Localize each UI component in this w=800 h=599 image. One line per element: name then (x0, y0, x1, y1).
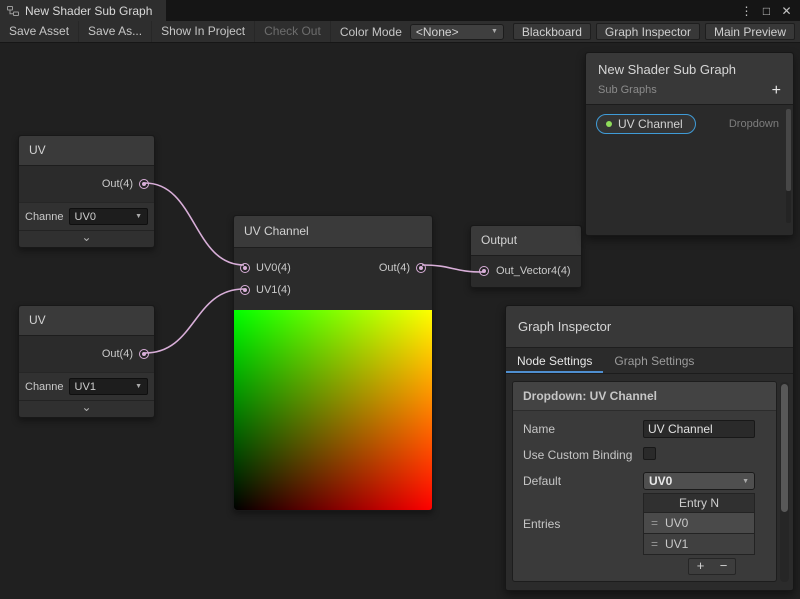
input-port-uv1[interactable] (240, 285, 250, 295)
color-mode-dropdown[interactable]: <None> ▼ (410, 24, 504, 40)
color-mode-value: <None> (416, 25, 459, 39)
graph-inspector-toggle-button[interactable]: Graph Inspector (596, 23, 700, 40)
chevron-down-icon: ▼ (135, 213, 142, 220)
node-uv-1[interactable]: UV Out(4) Channe UV0 ▼ ⌄ (18, 135, 155, 248)
entries-label: Entries (523, 516, 643, 532)
blackboard-panel[interactable]: New Shader Sub Graph Sub Graphs + UV Cha… (585, 52, 794, 236)
menu-icon[interactable]: ⋮ (738, 4, 755, 18)
default-dropdown[interactable]: UV0 ▼ (643, 472, 755, 490)
inspector-body: Dropdown: UV Channel Name Use Custom Bin… (506, 375, 793, 590)
scrollbar-thumb[interactable] (786, 109, 791, 191)
channel-label: Channe (25, 381, 64, 393)
blackboard-body: UV Channel Dropdown (586, 105, 793, 229)
tab-bar: New Shader Sub Graph ⋮ □ ✕ (0, 0, 800, 21)
section-title: Dropdown: UV Channel (513, 382, 776, 411)
maximize-icon[interactable]: □ (758, 4, 775, 18)
drag-handle-icon[interactable]: = (651, 516, 658, 530)
entries-list: Entry N = UV0 = UV1 (643, 493, 755, 555)
color-mode-label: Color Mode (336, 25, 410, 39)
entry-value: UV1 (665, 537, 688, 551)
graph-inspector-panel[interactable]: Graph Inspector Node Settings Graph Sett… (505, 305, 794, 591)
use-custom-binding-checkbox[interactable] (643, 447, 656, 460)
channel-value: UV1 (75, 381, 96, 393)
output-port[interactable] (139, 179, 149, 189)
entry-value: UV0 (665, 516, 688, 530)
collapse-chevron-icon[interactable]: ⌄ (19, 230, 154, 247)
entries-footer: + − (513, 555, 776, 575)
uv-preview-image (234, 310, 432, 510)
graph-toolbar: Save Asset Save As... Show In Project Ch… (0, 21, 800, 43)
show-in-project-button[interactable]: Show In Project (152, 21, 255, 42)
scrollbar-thumb[interactable] (781, 384, 788, 512)
check-out-button[interactable]: Check Out (255, 21, 331, 42)
channel-value: UV0 (75, 211, 96, 223)
port-label-uv0: UV0(4) (256, 262, 291, 274)
blackboard-scrollbar[interactable] (786, 109, 791, 223)
channel-label: Channe (25, 211, 64, 223)
blackboard-title: New Shader Sub Graph (598, 62, 781, 77)
shader-graph-icon (7, 5, 19, 17)
output-port[interactable] (416, 263, 426, 273)
name-label: Name (523, 421, 643, 437)
tab-node-settings[interactable]: Node Settings (506, 348, 603, 373)
main-preview-toggle-button[interactable]: Main Preview (705, 23, 795, 40)
use-custom-binding-label: Use Custom Binding (523, 447, 643, 463)
tab-title: New Shader Sub Graph (25, 4, 152, 18)
entries-header: Entry N (643, 493, 755, 513)
port-label-out: Out(4) (102, 348, 133, 360)
inspector-tabs: Node Settings Graph Settings (506, 348, 793, 374)
blackboard-subtitle: Sub Graphs (598, 84, 781, 96)
port-label-uv1: UV1(4) (256, 284, 291, 296)
entry-row-uv0[interactable]: = UV0 (643, 513, 755, 534)
node-uv-channel[interactable]: UV Channel UV0(4) UV1(4) Out(4) (233, 215, 433, 511)
input-port-out-vector4[interactable] (479, 266, 489, 276)
channel-dropdown[interactable]: UV1 ▼ (69, 378, 148, 395)
default-label: Default (523, 473, 643, 489)
input-port-uv0[interactable] (240, 263, 250, 273)
chevron-down-icon: ▼ (135, 383, 142, 390)
chevron-down-icon: ▼ (491, 28, 498, 35)
port-label-out-vector4: Out_Vector4(4) (496, 265, 571, 277)
save-asset-button[interactable]: Save Asset (0, 21, 79, 42)
port-label-out: Out(4) (379, 262, 410, 274)
blackboard-item-type: Dropdown (729, 118, 779, 130)
inspector-scrollbar[interactable] (780, 382, 789, 582)
channel-dropdown[interactable]: UV0 ▼ (69, 208, 148, 225)
entry-row-uv1[interactable]: = UV1 (643, 534, 755, 555)
port-label-out: Out(4) (102, 178, 133, 190)
save-as-button[interactable]: Save As... (79, 21, 152, 42)
blackboard-header: New Shader Sub Graph Sub Graphs + (586, 53, 793, 105)
chevron-down-icon: ▼ (742, 478, 749, 485)
add-entry-button[interactable]: + (689, 559, 712, 574)
drag-handle-icon[interactable]: = (651, 537, 658, 551)
output-port[interactable] (139, 349, 149, 359)
add-property-icon[interactable]: + (772, 83, 781, 99)
node-title[interactable]: UV Channel (234, 216, 432, 248)
node-title[interactable]: Output (471, 226, 581, 256)
blackboard-item-name: UV Channel (618, 117, 683, 131)
node-title[interactable]: UV (19, 306, 154, 336)
window-controls: ⋮ □ ✕ (738, 0, 800, 21)
default-value: UV0 (649, 474, 672, 488)
node-output[interactable]: Output Out_Vector4(4) (470, 225, 582, 288)
tab-new-shader-sub-graph[interactable]: New Shader Sub Graph (0, 0, 166, 21)
app-window: New Shader Sub Graph ⋮ □ ✕ Save Asset Sa… (0, 0, 800, 599)
blackboard-item-uv-channel[interactable]: UV Channel (596, 114, 696, 134)
name-input[interactable] (643, 420, 755, 438)
blackboard-item-row: UV Channel Dropdown (586, 105, 793, 134)
dropdown-settings-box: Dropdown: UV Channel Name Use Custom Bin… (512, 381, 777, 582)
remove-entry-button[interactable]: − (712, 559, 735, 574)
node-uv-2[interactable]: UV Out(4) Channe UV1 ▼ ⌄ (18, 305, 155, 418)
node-title[interactable]: UV (19, 136, 154, 166)
tab-graph-settings[interactable]: Graph Settings (603, 348, 705, 373)
blackboard-toggle-button[interactable]: Blackboard (513, 23, 591, 40)
close-icon[interactable]: ✕ (778, 4, 795, 18)
inspector-title: Graph Inspector (506, 306, 793, 348)
collapse-chevron-icon[interactable]: ⌄ (19, 400, 154, 417)
exposed-dot-icon (606, 121, 612, 127)
